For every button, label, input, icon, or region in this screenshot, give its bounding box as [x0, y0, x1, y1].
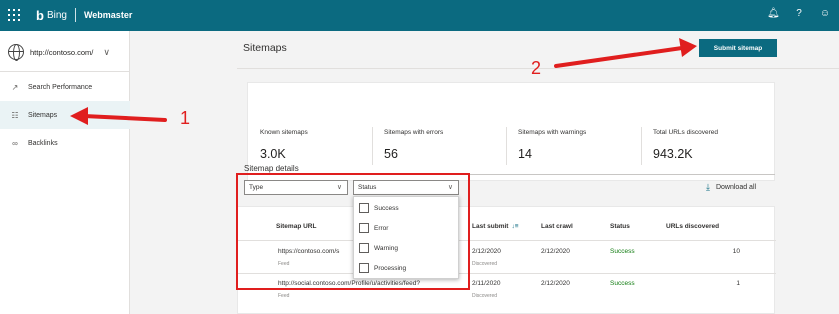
download-icon: ⤓: [706, 182, 710, 192]
download-all-label: Download all: [715, 184, 757, 191]
stat-value: 14: [518, 147, 532, 161]
column-header-last-crawl[interactable]: Last crawl: [541, 223, 573, 230]
product-name: Webmaster: [83, 10, 133, 20]
sidebar-divider: [0, 71, 130, 72]
urls-discovered-value: 1: [736, 280, 740, 287]
stat-value: 943.2K: [653, 147, 693, 161]
submit-note: Discovered: [472, 261, 498, 267]
annotation-step-2: 2: [531, 58, 542, 78]
stat-divider: [641, 127, 642, 165]
site-selector[interactable]: http://contoso.com/ ∨: [8, 41, 126, 63]
sitemap-details-label: Sitemap details: [244, 164, 299, 173]
last-crawl: 2/12/2020: [541, 280, 570, 287]
stat-divider: [506, 127, 507, 165]
site-url: http://contoso.com/: [30, 47, 94, 57]
sidebar-item-label: Sitemaps: [28, 111, 58, 119]
annotation-step-1: 1: [180, 108, 191, 128]
status-value: Success: [610, 280, 635, 287]
stat-value: 56: [384, 147, 398, 161]
stat-label: Total URLs discovered: [653, 129, 719, 136]
sitemap-icon: ☷: [11, 110, 19, 120]
last-submit: 2/11/2020: [472, 280, 501, 287]
stat-sitemaps-with-errors: Sitemaps with errors 56: [372, 83, 506, 182]
last-submit: 2/12/2020: [472, 248, 501, 255]
stat-label: Sitemaps with errors: [384, 129, 444, 136]
stat-sitemaps-with-warnings: Sitemaps with warnings 14: [506, 83, 641, 182]
brand-name: Bing: [46, 9, 67, 21]
last-crawl: 2/12/2020: [541, 248, 570, 255]
bing-logo-icon: b: [36, 7, 44, 23]
stat-value: 3.0K: [260, 147, 286, 161]
brand-divider: [74, 8, 76, 22]
sidebar: http://contoso.com/ ∨ ↗ Search Performan…: [0, 31, 130, 314]
urls-discovered-value: 10: [732, 248, 740, 255]
column-header-last-submit[interactable]: Last submit ↓≡: [472, 223, 519, 230]
waffle-icon[interactable]: [8, 9, 20, 21]
top-bar: b Bing Webmaster 🔔︎ ? ☺: [0, 0, 839, 31]
download-all-button[interactable]: ⤓ Download all: [706, 182, 756, 193]
chevron-down-icon: ∨: [103, 46, 110, 57]
submit-sitemap-button[interactable]: Submit sitemap: [699, 39, 777, 57]
stats-card: Known sitemaps 3.0K Sitemaps with errors…: [247, 82, 775, 181]
column-header-urls-discovered[interactable]: URLs discovered: [666, 223, 719, 230]
page-title: Sitemaps: [243, 42, 287, 54]
column-header-label: Last submit: [472, 223, 509, 230]
smiley-icon[interactable]: ☺: [819, 8, 831, 19]
sidebar-item-label: Search Performance: [28, 83, 93, 91]
trend-icon: ↗: [11, 82, 19, 92]
highlight-box: [236, 173, 470, 290]
sidebar-item-search-performance[interactable]: ↗ Search Performance: [0, 73, 130, 101]
link-icon: ∞: [12, 138, 18, 148]
sidebar-item-sitemaps[interactable]: ☷ Sitemaps: [0, 101, 130, 129]
sort-descending-icon: ↓≡: [511, 223, 519, 230]
help-icon[interactable]: ?: [793, 8, 805, 19]
sidebar-item-label: Backlinks: [28, 139, 58, 147]
stat-divider: [372, 127, 373, 165]
sitemap-kind: Feed: [278, 293, 290, 299]
stat-label: Known sitemaps: [260, 129, 308, 136]
column-header-status[interactable]: Status: [610, 223, 630, 230]
stat-total-urls: Total URLs discovered 943.2K: [641, 83, 775, 182]
bell-icon[interactable]: 🔔︎: [767, 8, 780, 19]
globe-icon: [8, 44, 24, 61]
sidebar-item-backlinks[interactable]: ∞ Backlinks: [0, 129, 130, 157]
brand[interactable]: b Bing Webmaster: [36, 8, 132, 22]
submit-note: Discovered: [472, 293, 498, 299]
stat-label: Sitemaps with warnings: [518, 129, 587, 136]
status-value: Success: [610, 248, 635, 255]
